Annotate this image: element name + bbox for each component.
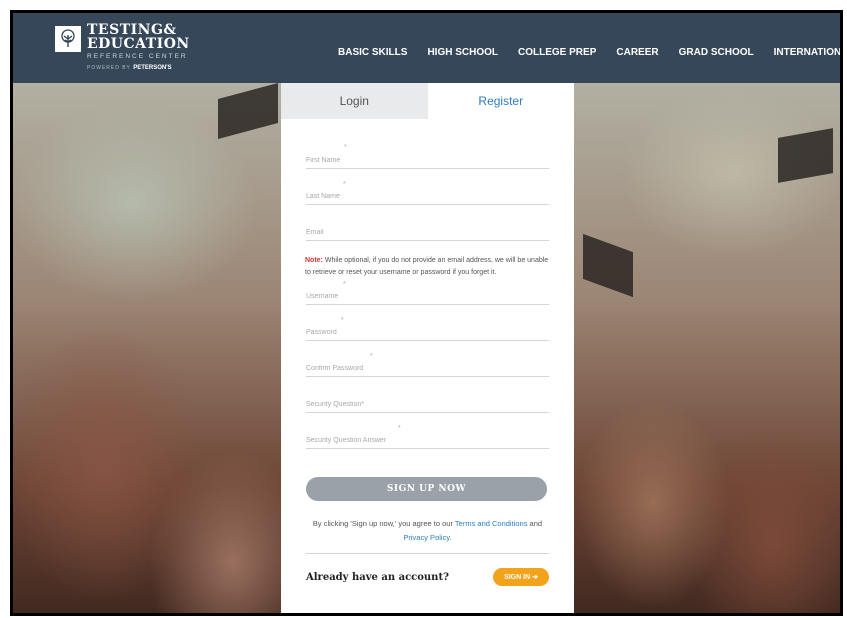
terms-and: and [527,519,543,528]
terms-link[interactable]: Terms and Conditions [455,519,528,528]
nav-career[interactable]: CAREER [616,47,658,58]
note-text: While optional, if you do not provide an… [305,257,549,276]
account-question: Already have an account? [306,571,449,583]
register-form: * * Note: While optional, if you do not … [281,144,574,586]
logo-text-line3: REFERENCE CENTER [87,53,188,60]
sign-in-button[interactable]: SIGN IN ➔ [493,568,549,586]
nav-college-prep[interactable]: COLLEGE PREP [518,47,596,58]
security-answer-field-wrapper: * [306,413,549,449]
tree-icon [55,26,81,52]
nav-grad-school[interactable]: GRAD SCHOOL [679,47,754,58]
required-mark: * [341,317,344,324]
email-note: Note: While optional, if you do not prov… [305,255,554,279]
terms-text: By clicking 'Sign up now,' you agree to … [306,517,549,545]
existing-account-row: Already have an account? SIGN IN ➔ [306,568,549,586]
password-input[interactable] [306,329,549,336]
site-logo[interactable]: TESTING& EDUCATION REFERENCE CENTER POWE… [55,23,190,71]
required-mark: * [343,281,346,288]
first-name-field-wrapper: * [306,144,549,169]
required-mark: * [370,353,373,360]
nav-basic-skills[interactable]: BASIC SKILLS [338,47,407,58]
terms-suffix: . [449,533,452,542]
site-header: TESTING& EDUCATION REFERENCE CENTER POWE… [13,13,840,83]
auth-tabs: Login Register [281,83,574,119]
powered-by: POWERED BY PETERSON'S [87,65,190,71]
required-mark: * [398,425,401,432]
confirm-password-field-wrapper: * [306,341,549,377]
note-label: Note: [305,257,323,264]
last-name-input[interactable] [306,193,549,200]
logo-text-line2: EDUCATION [87,36,190,52]
email-input[interactable] [306,229,549,236]
powered-by-label: POWERED BY [87,65,131,71]
logo-text-line1: TESTING& [87,22,177,38]
nav-international[interactable]: INTERNATIONAL [774,47,840,58]
required-mark: * [343,181,346,188]
nav-high-school[interactable]: HIGH SCHOOL [427,47,498,58]
privacy-link[interactable]: Privacy Policy [403,533,449,542]
tab-login[interactable]: Login [281,83,428,119]
auth-panel: Login Register * * Note: While optional,… [281,83,574,613]
sign-up-button[interactable]: SIGN UP NOW [306,477,547,501]
petersons-brand: PETERSON'S [133,65,172,71]
last-name-field-wrapper: * [306,169,549,205]
terms-prefix: By clicking 'Sign up now,' you agree to … [312,519,455,528]
first-name-input[interactable] [306,157,549,164]
browser-frame: TESTING& EDUCATION REFERENCE CENTER POWE… [10,10,843,616]
security-answer-input[interactable] [306,437,549,444]
password-field-wrapper: * [306,305,549,341]
security-question-field-wrapper [306,377,549,413]
username-input[interactable] [306,293,549,300]
username-field-wrapper: * [306,279,549,305]
required-mark: * [344,144,347,151]
divider [306,553,549,554]
main-nav: BASIC SKILLS HIGH SCHOOL COLLEGE PREP CA… [338,47,840,58]
confirm-password-input[interactable] [306,365,549,372]
security-question-select[interactable] [306,401,549,408]
tab-register[interactable]: Register [427,83,574,119]
email-field-wrapper [306,205,549,241]
